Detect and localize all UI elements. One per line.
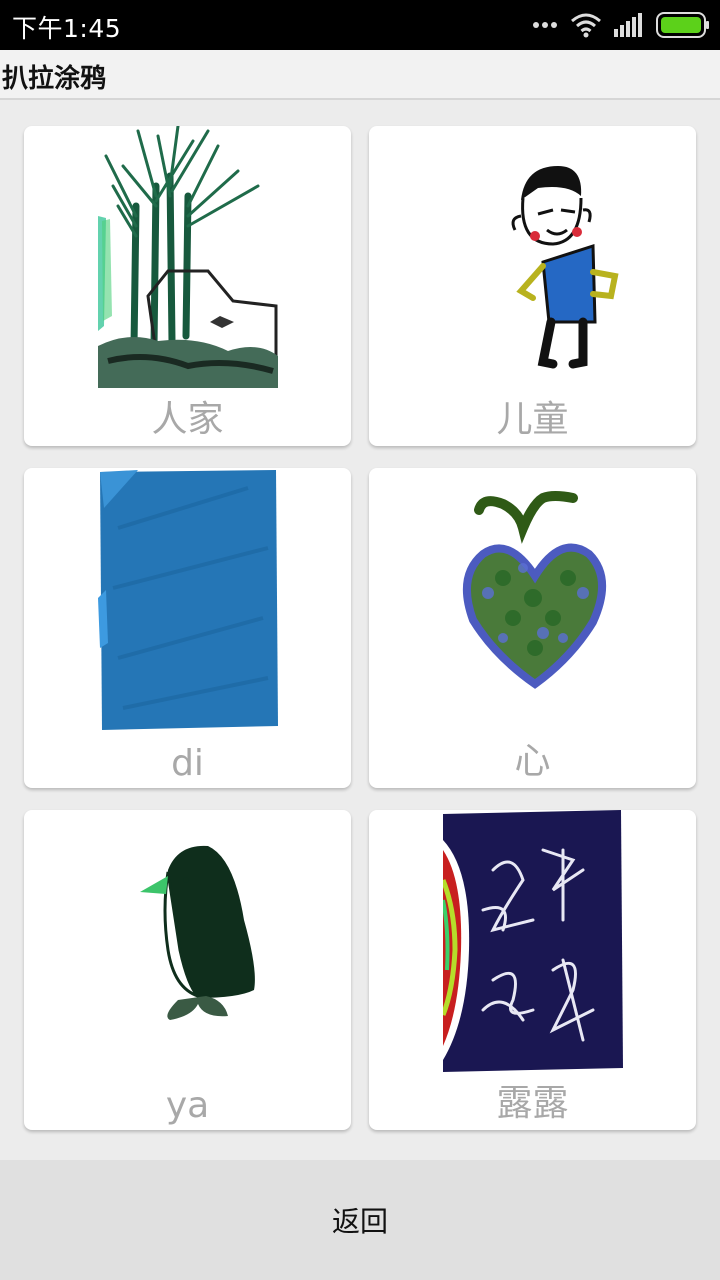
drawing-card-1[interactable]: 人家 [24,126,351,446]
drawing-card-6[interactable]: 露露 [369,810,696,1130]
drawing-thumbnail-5 [140,845,255,1020]
app-title-bar: 扒拉涂鸦 [0,50,720,100]
status-bar: 下午1:45 [0,0,720,50]
drawing-thumbnail-2 [511,166,619,369]
footer-bar: 返回 [0,1160,720,1280]
more-dots-icon [533,22,557,28]
drawing-card-3[interactable]: di [24,468,351,788]
back-button[interactable]: 返回 [0,1160,720,1280]
drawing-thumbnail-3 [98,470,278,730]
drawing-label-1: 人家 [151,399,224,440]
drawing-label-2: 儿童 [496,399,569,440]
drawing-card-4[interactable]: 心 [369,468,696,788]
drawing-card-2[interactable]: 儿童 [369,126,696,446]
signal-icon [614,13,642,37]
drawing-label-4: 心 [514,741,551,782]
drawing-thumbnail-1 [98,126,278,388]
status-time: 下午1:45 [12,14,122,43]
battery-icon [656,12,709,38]
status-icons [532,10,710,40]
drawings-grid: 人家 儿童 di 心 ya 露露 [24,126,696,1130]
drawing-label-6: 露露 [496,1083,569,1124]
drawing-label-5: ya [165,1085,210,1126]
drawing-thumbnail-6 [443,810,623,1072]
drawing-card-5[interactable]: ya [24,810,351,1130]
drawing-thumbnail-4 [463,491,607,689]
wifi-icon [571,13,601,38]
drawing-label-3: di [171,743,204,784]
app-title: 扒拉涂鸦 [2,64,107,94]
